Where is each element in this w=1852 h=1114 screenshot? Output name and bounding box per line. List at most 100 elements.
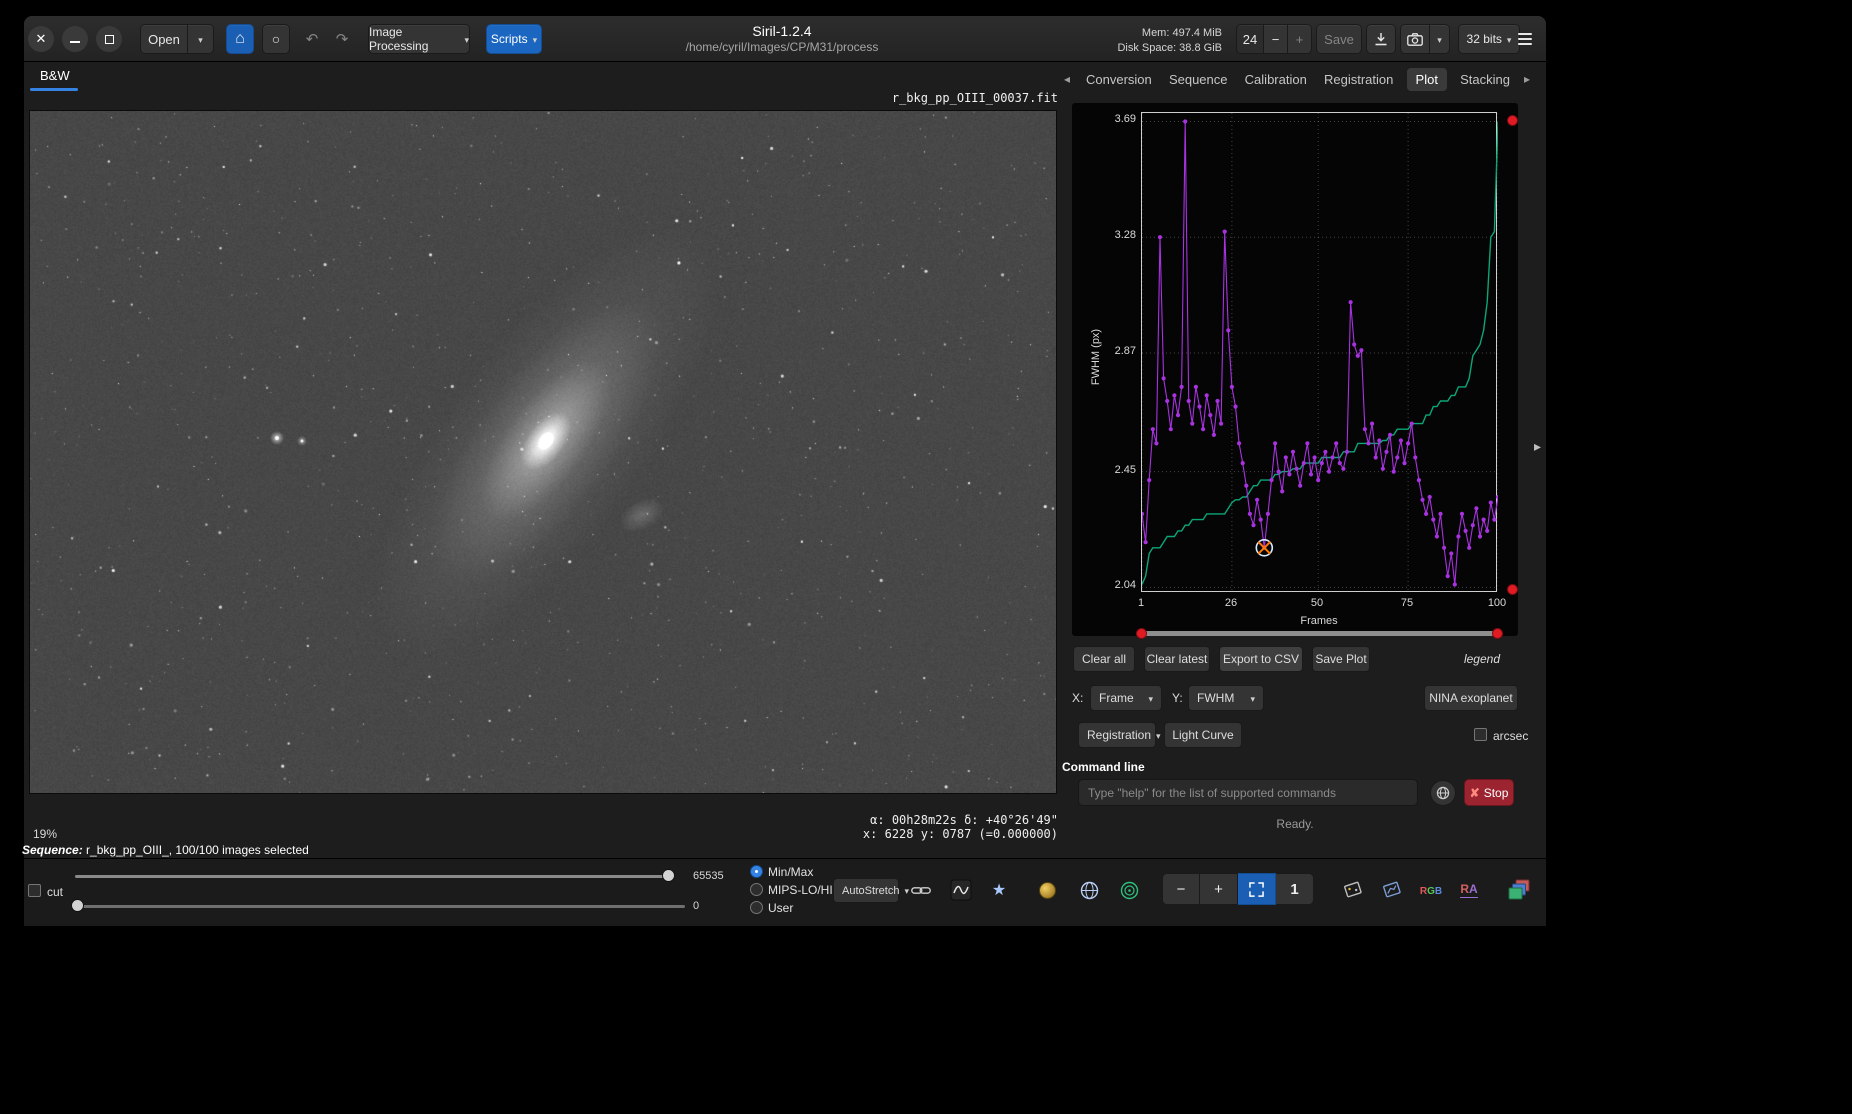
tab-registration[interactable]: Registration <box>1320 68 1397 91</box>
ra-dec-grid-button[interactable] <box>1452 873 1486 907</box>
annotations-button[interactable] <box>1074 875 1104 905</box>
save-button[interactable]: Save <box>1316 24 1362 54</box>
plot-x-axis-label: Frames <box>1141 615 1497 627</box>
radio-button[interactable] <box>750 865 763 878</box>
rgb-composition-button[interactable] <box>1414 873 1448 907</box>
tabs-scroll-right-button[interactable]: ▸ <box>1524 72 1530 86</box>
clear-latest-label: Clear latest <box>1147 652 1208 666</box>
plate-solve-button[interactable] <box>1375 873 1409 907</box>
low-threshold-slider[interactable] <box>75 905 685 908</box>
chevron-down-icon: ▾ <box>1250 694 1255 705</box>
channel-layers-button[interactable] <box>1502 872 1538 908</box>
nina-exoplanet-button[interactable]: NINA exoplanet <box>1424 685 1518 711</box>
window-title-block: Siril-1.2.4 /home/cyril/Images/CP/M31/pr… <box>582 23 982 54</box>
snapshot-dropdown-button[interactable]: ▾ <box>1430 24 1450 54</box>
undo-button[interactable]: ↶ <box>298 24 326 54</box>
threads-value[interactable]: 24 <box>1236 24 1264 54</box>
threads-increase-button[interactable]: + <box>1288 24 1312 54</box>
panel-expand-arrow[interactable]: ▸ <box>1534 438 1541 455</box>
close-icon: ✕ <box>36 31 47 47</box>
save-plot-label: Save Plot <box>1315 652 1366 666</box>
command-extra-button[interactable] <box>1430 780 1456 806</box>
command-input[interactable] <box>1078 779 1418 806</box>
tabs-scroll-left-button[interactable]: ◂ <box>1064 72 1070 86</box>
stretch-mode-dropdown[interactable]: AutoStretch ▾ <box>833 878 899 903</box>
stop-button[interactable]: ✘ Stop <box>1464 779 1514 806</box>
radio-row-min-max[interactable]: Min/Max <box>750 864 833 879</box>
window-maximize-button[interactable] <box>96 26 122 52</box>
star-detection-button[interactable]: ★ <box>984 875 1014 905</box>
memory-info: Mem: 497.4 MiB Disk Space: 38.8 GiB <box>1082 26 1222 57</box>
legend-link[interactable]: legend <box>1440 652 1500 666</box>
zoom-100-button[interactable]: 1 <box>1276 873 1314 905</box>
celestial-coordinates: α: 00h28m22s δ: +40°26'49" x: 6228 y: 07… <box>640 813 1058 842</box>
save-as-button[interactable] <box>1366 24 1396 54</box>
siril-app: ✕ Open ▾ ⌂ ○ ↶ ↷ Image Processing ▾ <box>0 0 1852 1114</box>
open-button[interactable]: Open <box>140 24 188 54</box>
image-processing-menu-button[interactable]: Image Processing ▾ <box>368 24 470 54</box>
radio-button[interactable] <box>750 883 763 896</box>
globe-icon <box>1080 881 1099 900</box>
tab-bw-label: B&W <box>40 68 70 83</box>
fit-to-window-button[interactable] <box>1238 873 1276 905</box>
clear-latest-button[interactable]: Clear latest <box>1144 646 1210 672</box>
low-threshold-slider-handle[interactable] <box>71 899 84 912</box>
hamburger-menu-button[interactable] <box>1510 24 1540 54</box>
zoom-100-label: 1 <box>1290 881 1298 898</box>
zoom-in-button[interactable]: + <box>1200 873 1238 905</box>
scripts-menu-button[interactable]: Scripts ▾ <box>486 24 542 54</box>
x-range-right-slider-handle[interactable] <box>1492 628 1503 639</box>
open-dropdown-button[interactable]: ▾ <box>188 24 214 54</box>
plot-region[interactable] <box>1141 112 1497 592</box>
channel-layers-icon <box>1507 878 1533 902</box>
tab-calibration[interactable]: Calibration <box>1241 68 1311 91</box>
background-extraction-button[interactable] <box>946 875 976 905</box>
astrometry-stamp-button[interactable] <box>1336 873 1370 907</box>
nina-exoplanet-label: NINA exoplanet <box>1429 691 1512 705</box>
command-line-heading: Command line <box>1062 760 1145 774</box>
minus-icon: − <box>1272 32 1280 47</box>
tab-bw[interactable]: B&W <box>30 64 80 87</box>
radio-row-user[interactable]: User <box>750 900 833 915</box>
x-range-left-slider-handle[interactable] <box>1136 628 1147 639</box>
y-axis-dropdown[interactable]: FWHM ▾ <box>1188 685 1264 711</box>
tab-plot[interactable]: Plot <box>1407 68 1447 91</box>
y-range-lower-slider-handle[interactable] <box>1507 584 1518 595</box>
high-threshold-slider[interactable] <box>75 875 675 878</box>
window-minimize-button[interactable] <box>62 26 88 52</box>
rgb-letters-icon <box>1420 883 1442 897</box>
chain-link-icon <box>911 885 931 896</box>
snapshot-button[interactable] <box>1400 24 1430 54</box>
export-to-csv-button[interactable]: Export to CSV <box>1219 646 1303 672</box>
tab-conversion[interactable]: Conversion <box>1082 68 1156 91</box>
photometry-aperture-button[interactable] <box>1114 875 1144 905</box>
open-button-label: Open <box>148 32 180 47</box>
link-channels-button[interactable] <box>906 875 936 905</box>
cut-checkbox[interactable] <box>28 884 41 897</box>
threads-decrease-button[interactable]: − <box>1264 24 1288 54</box>
record-icon: ○ <box>272 31 280 47</box>
y-axis-selector-label: Y: <box>1172 691 1183 705</box>
image-display-area[interactable] <box>29 110 1057 794</box>
tab-stacking[interactable]: Stacking <box>1456 68 1514 91</box>
home-directory-button[interactable]: ⌂ <box>226 24 254 54</box>
clear-all-button[interactable]: Clear all <box>1073 646 1135 672</box>
y-tick-label: 3.69 <box>1090 113 1136 125</box>
arcsec-checkbox[interactable] <box>1474 728 1487 741</box>
save-plot-button[interactable]: Save Plot <box>1312 646 1370 672</box>
x-range-slider-track[interactable] <box>1136 631 1500 636</box>
astronomical-image-m31[interactable] <box>30 111 1056 793</box>
light-curve-button[interactable]: Light Curve <box>1164 722 1242 748</box>
window-close-button[interactable]: ✕ <box>28 26 54 52</box>
radio-row-mips-lo-hi[interactable]: MIPS-LO/HI <box>750 882 833 897</box>
y-range-upper-slider-handle[interactable] <box>1507 115 1518 126</box>
photometry-button[interactable] <box>1032 875 1062 905</box>
livestacking-button[interactable]: ○ <box>262 24 290 54</box>
x-axis-dropdown[interactable]: Frame ▾ <box>1090 685 1162 711</box>
zoom-out-button[interactable]: − <box>1162 873 1200 905</box>
redo-button[interactable]: ↷ <box>328 24 356 54</box>
tab-sequence[interactable]: Sequence <box>1165 68 1232 91</box>
registration-layer-dropdown[interactable]: Registration ▾ <box>1078 722 1156 748</box>
radio-button[interactable] <box>750 901 763 914</box>
high-threshold-slider-handle[interactable] <box>662 869 675 882</box>
